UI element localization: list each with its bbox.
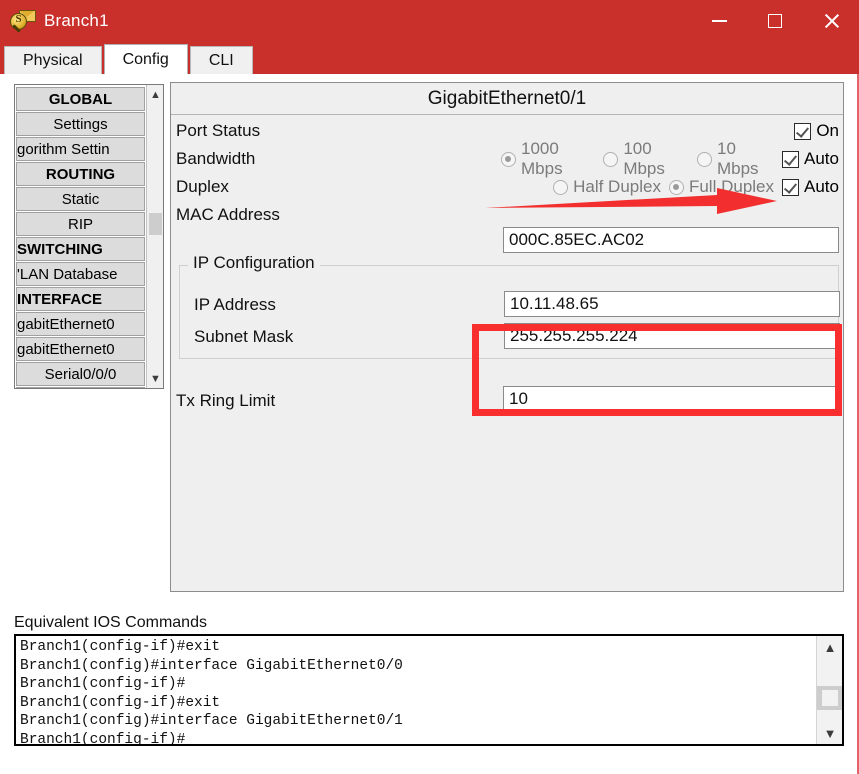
close-button[interactable] <box>803 0 859 42</box>
tab-strip: Physical Config CLI <box>0 42 859 74</box>
sidebar-scroll-down-icon[interactable]: ▼ <box>147 369 163 388</box>
tab-physical[interactable]: Physical <box>4 46 102 74</box>
port-status-on-checkbox[interactable]: On <box>794 121 839 141</box>
subnet-mask-input[interactable]: 255.255.255.224 <box>504 323 840 349</box>
duplex-row: Duplex Half Duplex Full Duplex Auto <box>171 173 843 201</box>
close-icon <box>822 12 840 30</box>
mac-address-label: MAC Address <box>176 205 280 224</box>
radio-unselected-icon <box>696 151 712 167</box>
radio-unselected-icon <box>603 151 619 167</box>
sidebar-item-gigabitethernet0-0[interactable]: gabitEthernet0 <box>16 312 145 336</box>
sidebar-item-vlan-database[interactable]: 'LAN Database <box>16 262 145 286</box>
console-scroll-thumb[interactable] <box>822 690 838 706</box>
mac-address-row: MAC Address <box>171 201 843 229</box>
ios-commands-text: Branch1(config-if)#exit Branch1(config)#… <box>20 639 403 744</box>
duplex-full-radio[interactable]: Full Duplex <box>668 177 782 197</box>
tx-ring-limit-input[interactable]: 10 <box>503 386 839 412</box>
mac-address-input[interactable]: 000C.85EC.AC02 <box>503 227 839 253</box>
sidebar-item-serial0-0-1[interactable]: Serial0/0/1 <box>16 387 145 388</box>
sidebar-item-static[interactable]: Static <box>16 187 145 211</box>
port-status-label: Port Status <box>176 121 261 140</box>
duplex-full-label: Full Duplex <box>688 177 775 196</box>
sidebar-item-serial0-0-0[interactable]: Serial0/0/0 <box>16 362 145 386</box>
config-rows: Port Status On Bandwidth 1000 Mbps 100 M… <box>171 115 843 412</box>
duplex-auto-checkbox[interactable]: Auto <box>782 177 839 197</box>
tab-cli[interactable]: CLI <box>189 46 253 74</box>
sidebar-item-algorithm-settings[interactable]: gorithm Settin <box>16 137 145 161</box>
sidebar-item-switching[interactable]: SWITCHING <box>16 237 145 261</box>
sidebar-item-rip[interactable]: RIP <box>16 212 145 236</box>
sidebar-scrollbar[interactable]: ▲ ▼ <box>146 85 163 388</box>
duplex-half-label: Half Duplex <box>573 177 661 196</box>
bandwidth-auto-checkbox[interactable]: Auto <box>782 149 839 169</box>
sidebar-scroll-thumb[interactable] <box>149 213 162 235</box>
minimize-button[interactable] <box>691 0 747 42</box>
window-controls <box>691 0 859 42</box>
config-navigation-list: GLOBAL Settings gorithm Settin ROUTING S… <box>15 85 146 388</box>
console-scroll-up-icon[interactable]: ▲ <box>817 636 842 658</box>
title-bar: Branch1 <box>0 0 859 42</box>
interface-config-panel: GigabitEthernet0/1 Port Status On Bandwi… <box>170 82 844 592</box>
tab-config[interactable]: Config <box>103 44 188 74</box>
port-status-on-label: On <box>816 121 839 140</box>
sidebar-item-routing[interactable]: ROUTING <box>16 162 145 186</box>
sidebar-item-gigabitethernet0-1[interactable]: gabitEthernet0 <box>16 337 145 361</box>
maximize-button[interactable] <box>747 0 803 42</box>
config-navigation-tree: GLOBAL Settings gorithm Settin ROUTING S… <box>14 84 164 389</box>
ip-address-label: IP Address <box>194 295 276 314</box>
radio-selected-icon <box>501 151 517 167</box>
interface-title: GigabitEthernet0/1 <box>171 83 843 115</box>
duplex-label: Duplex <box>176 177 229 196</box>
bandwidth-auto-label: Auto <box>804 149 839 168</box>
checkbox-checked-icon <box>782 150 800 168</box>
radio-selected-icon <box>668 179 684 195</box>
bandwidth-row: Bandwidth 1000 Mbps 100 Mbps 10 Mbps Aut… <box>171 139 843 178</box>
ip-configuration-group: IP Configuration IP Address Subnet Mask … <box>179 253 840 359</box>
duplex-half-radio[interactable]: Half Duplex <box>553 177 669 197</box>
minimize-icon <box>711 20 727 22</box>
console-scrollbar[interactable]: ▲ ▼ <box>816 636 842 744</box>
ip-address-input[interactable]: 10.11.48.65 <box>504 291 840 317</box>
maximize-icon <box>768 14 782 28</box>
device-body: GLOBAL Settings gorithm Settin ROUTING S… <box>0 74 857 774</box>
console-scroll-down-icon[interactable]: ▼ <box>817 722 842 744</box>
packet-tracer-icon <box>10 8 36 34</box>
tx-ring-limit-label: Tx Ring Limit <box>176 391 276 410</box>
subnet-mask-label: Subnet Mask <box>194 327 294 346</box>
sidebar-item-settings[interactable]: Settings <box>16 112 145 136</box>
checkbox-checked-icon <box>794 122 812 140</box>
duplex-auto-label: Auto <box>804 177 839 196</box>
packet-tracer-device-window: Branch1 Physical Config CLI GLOBAL Setti… <box>0 0 859 774</box>
ip-configuration-legend: IP Configuration <box>188 253 320 273</box>
bandwidth-label: Bandwidth <box>176 149 256 168</box>
ios-commands-console: Branch1(config-if)#exit Branch1(config)#… <box>14 634 844 746</box>
sidebar-item-global[interactable]: GLOBAL <box>16 87 145 111</box>
radio-unselected-icon <box>553 179 569 195</box>
sidebar-item-interface[interactable]: INTERFACE <box>16 287 145 311</box>
ios-commands-label: Equivalent IOS Commands <box>14 614 207 631</box>
window-title: Branch1 <box>44 11 109 30</box>
sidebar-scroll-up-icon[interactable]: ▲ <box>147 85 163 104</box>
checkbox-checked-icon <box>782 178 800 196</box>
